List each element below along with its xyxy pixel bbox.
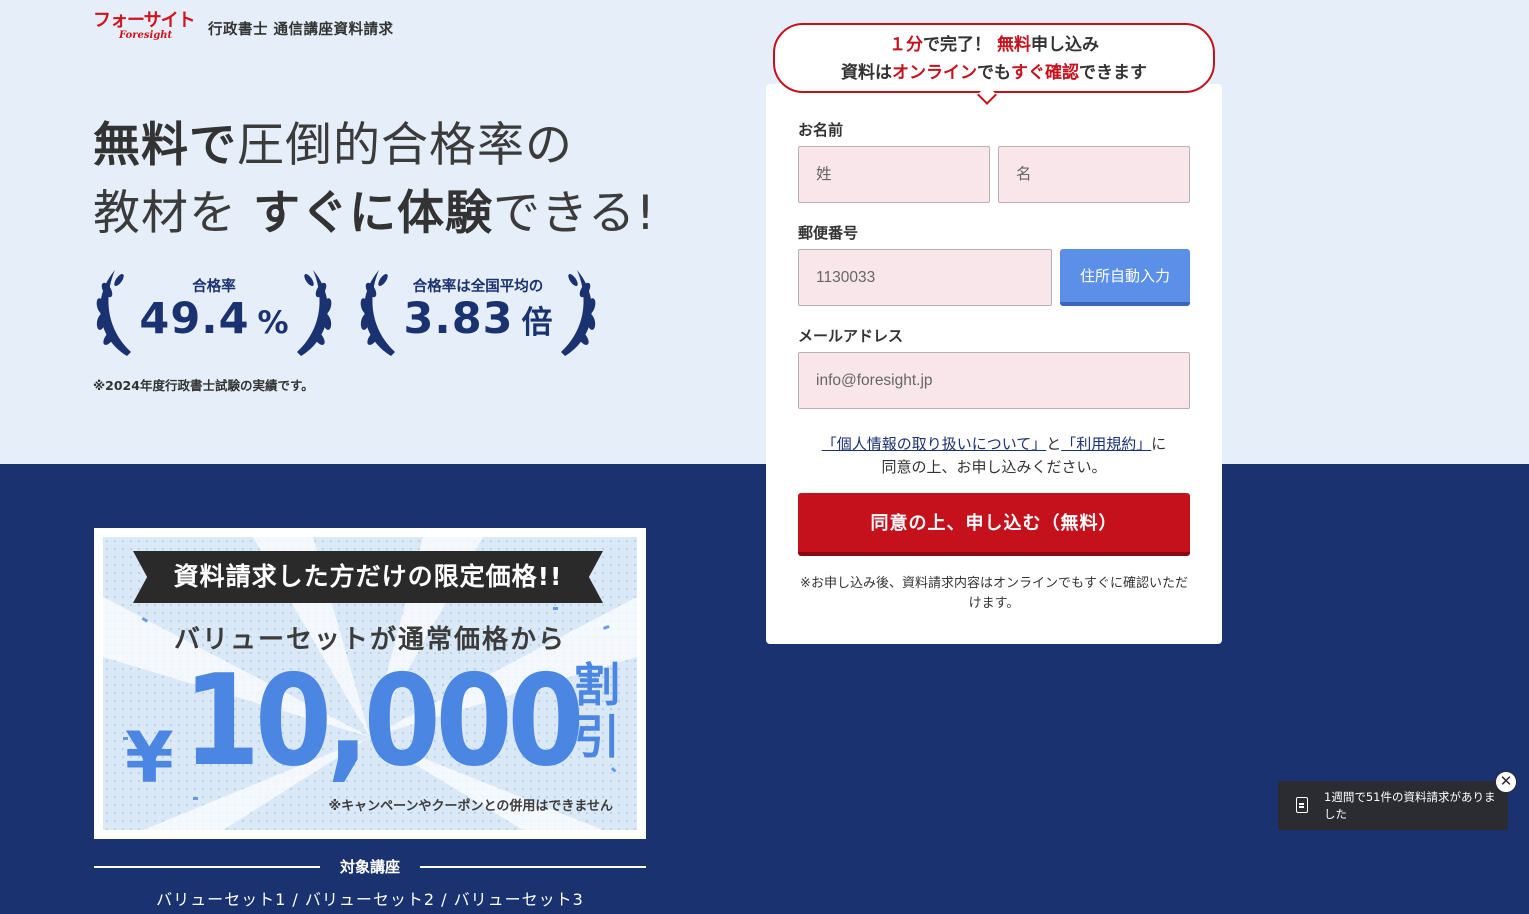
national-average-unit: 倍 — [521, 305, 553, 341]
page-title: 行政書士 通信講座資料請求 — [208, 22, 394, 38]
bubble-red-2: 無料 — [996, 35, 1031, 55]
terms-link[interactable]: 「利用規約」 — [1061, 435, 1151, 453]
form-speech-bubble: １分で完了！ 無料申し込み 資料はオンラインでもすぐ確認できます — [773, 23, 1215, 93]
last-name-input[interactable]: 姓 — [798, 146, 990, 203]
logo-text: フォーサイト — [93, 10, 196, 31]
consent-text: 「個人情報の取り扱いについて」と「利用規約」に 同意の上、お申し込みください。 — [798, 433, 1190, 479]
hero-part5: できる! — [492, 186, 656, 241]
bubble-text-4: でも — [977, 63, 1011, 83]
bubble-text-1: で完了！ — [923, 35, 997, 55]
promo-digits: 10,000 — [183, 647, 584, 794]
hero-part3: 教材を — [93, 186, 253, 241]
bubble-text-2: 申し込み — [1030, 35, 1099, 55]
courses-title: 対象講座 — [339, 858, 400, 876]
submit-button[interactable]: 同意の上、申し込む（無料） — [798, 493, 1190, 556]
courses-list: バリューセット1 / バリューセット2 / バリューセット3 — [156, 890, 584, 909]
national-average-value: 3.83 — [403, 294, 514, 344]
promo-ribbon-text: 資料請求した方だけの限定価格!! — [173, 562, 563, 591]
consent-line2: 同意の上、お申し込みください。 — [881, 458, 1107, 476]
postal-input[interactable]: 1130033 — [798, 249, 1052, 306]
hero-part2: 圧倒的合格率の — [237, 118, 573, 173]
bubble-red-3: オンライン — [892, 63, 977, 83]
hero-part4: すぐに体験 — [252, 186, 493, 241]
promo-banner: 資料請求した方だけの限定価格!! バリューセットが通常価格から ¥ 10,000… — [94, 528, 646, 839]
toast-message: 1週間で51件の資料請求がありました — [1324, 790, 1496, 821]
hero-headline: 無料で圧倒的合格率の 教材を すぐに体験できる! — [93, 112, 656, 248]
consent-and: と — [1046, 435, 1062, 453]
promo-discount: 割引 — [574, 658, 620, 764]
divider-right — [420, 866, 646, 868]
name-label: お名前 — [798, 121, 844, 139]
national-average-label: 合格率は全国平均の — [412, 279, 544, 295]
postal-label: 郵便番号 — [798, 224, 859, 242]
foresight-logo[interactable]: フォーサイト Foresight — [93, 10, 196, 46]
email-label: メールアドレス — [798, 327, 904, 345]
divider-left — [94, 866, 320, 868]
request-form: お名前 姓 名 郵便番号 1130033 住所自動入力 メールアドレス info… — [766, 84, 1222, 644]
after-submit-note: ※お申し込み後、資料請求内容はオンラインでもすぐに確認いただけます。 — [800, 576, 1188, 611]
bubble-text-3: 資料は — [841, 63, 892, 83]
bubble-red-1: １分 — [889, 35, 924, 55]
privacy-link[interactable]: 「個人情報の取り扱いについて」 — [822, 435, 1047, 453]
pass-rate-value: 49.4 — [139, 294, 250, 344]
pass-rate-badge: 合格率 49.4% — [93, 268, 335, 360]
close-icon[interactable]: ✕ — [1495, 771, 1517, 793]
first-name-input[interactable]: 名 — [998, 146, 1190, 203]
bubble-text-5: できます — [1079, 63, 1147, 83]
pass-rate-unit: % — [257, 305, 289, 341]
bubble-red-4: すぐ確認 — [1011, 63, 1079, 83]
stats-note: ※2024年度行政書士試験の実績です。 — [93, 378, 314, 393]
pass-rate-label: 合格率 — [192, 279, 236, 295]
email-input[interactable]: info@foresight.jp — [798, 352, 1190, 409]
hero-part1: 無料で — [93, 118, 237, 173]
consent-tail: に — [1151, 435, 1167, 453]
logo-sub: Foresight — [119, 30, 173, 41]
auto-address-button[interactable]: 住所自動入力 — [1060, 249, 1190, 306]
document-icon — [1296, 797, 1308, 813]
notification-toast: 1週間で51件の資料請求がありました — [1278, 781, 1508, 830]
promo-yen: ¥ — [125, 717, 174, 799]
national-average-badge: 合格率は全国平均の 3.83 倍 — [357, 268, 599, 360]
promo-note: ※キャンペーンやクーポンとの併用はできません — [328, 799, 613, 814]
